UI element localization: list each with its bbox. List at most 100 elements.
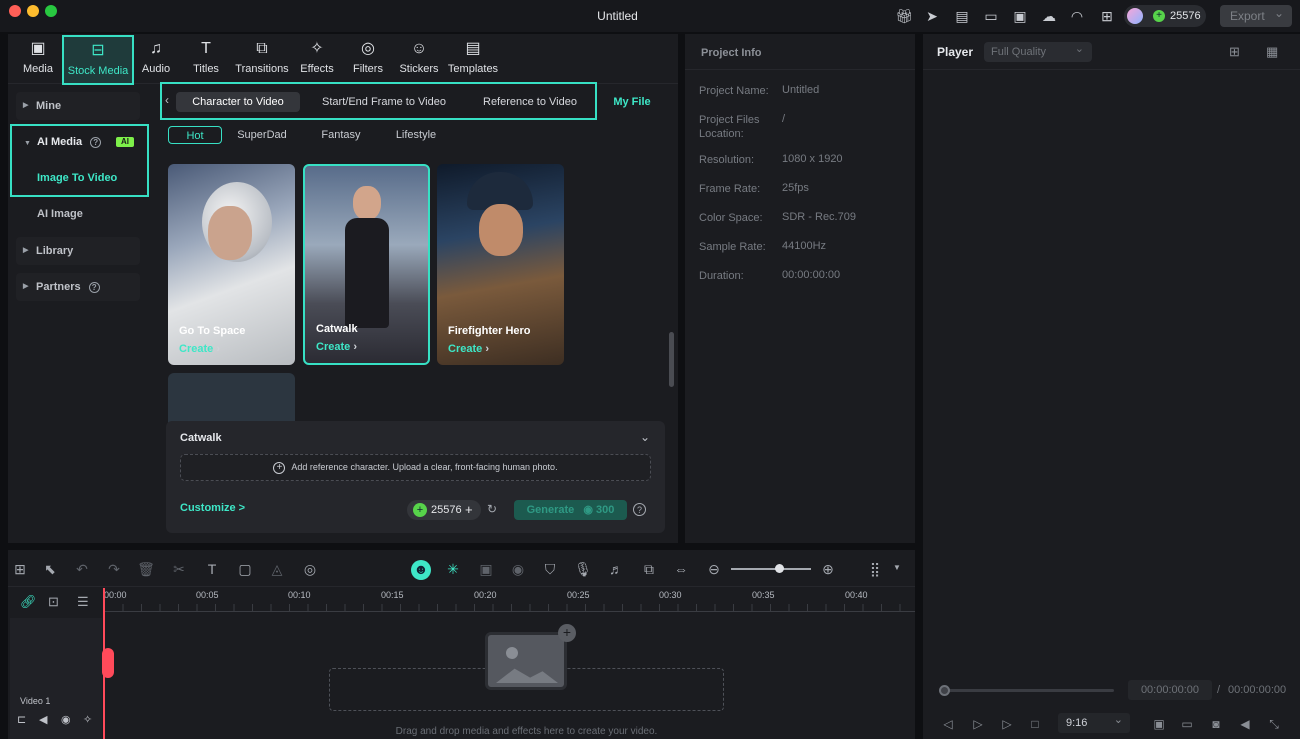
- tab-character-to-video[interactable]: Character to Video: [176, 92, 300, 112]
- sidebar-item-ai-media[interactable]: ▼ AI Media?: [24, 136, 124, 148]
- gift-icon[interactable]: 🎁︎: [895, 7, 913, 25]
- cloud-icon[interactable]: ☁: [1040, 7, 1058, 25]
- player-progress-track[interactable]: [944, 689, 1114, 692]
- caret-down-icon[interactable]: ▼: [893, 563, 901, 572]
- tab-audio[interactable]: ♫ Audio: [136, 38, 176, 84]
- mark-in-icon[interactable]: ▣: [1151, 716, 1167, 732]
- tab-start-end-frame-to-video[interactable]: Start/End Frame to Video: [314, 92, 454, 112]
- split-scissors-icon[interactable]: ✂: [170, 560, 188, 578]
- scrollbar[interactable]: [669, 332, 674, 387]
- add-credits-icon[interactable]: +: [465, 500, 473, 520]
- volume-icon[interactable]: ◀: [1237, 716, 1253, 732]
- monitor-icon[interactable]: ▭: [982, 7, 1000, 25]
- help-icon[interactable]: ?: [633, 503, 646, 516]
- play-icon[interactable]: ▷: [999, 716, 1015, 732]
- generate-button[interactable]: Generate ◉ 300: [514, 500, 627, 520]
- card-create-link[interactable]: Create ›: [448, 343, 489, 355]
- zoom-slider-knob[interactable]: [775, 564, 784, 573]
- export-button[interactable]: Export ⌄: [1220, 5, 1292, 27]
- picture-in-picture-icon[interactable]: ⧉: [640, 560, 658, 578]
- category-hot[interactable]: Hot: [168, 126, 222, 144]
- quality-dropdown[interactable]: Full Quality ⌄: [984, 42, 1092, 62]
- view-options-icon[interactable]: ⣿: [866, 560, 884, 578]
- chevron-down-icon[interactable]: ⌄: [640, 430, 650, 444]
- tab-filters[interactable]: ◎ Filters: [348, 38, 388, 84]
- template-card-go-to-space[interactable]: Go To Space Create ›: [168, 164, 295, 365]
- ai-companion-icon[interactable]: ☻: [411, 560, 431, 580]
- credit-balance-pill[interactable]: + 25576 +: [407, 500, 481, 520]
- tab-reference-to-video[interactable]: Reference to Video: [474, 92, 586, 112]
- category-fantasy[interactable]: Fantasy: [312, 126, 370, 144]
- zoom-in-icon[interactable]: ⊕: [819, 560, 837, 578]
- refresh-icon[interactable]: ↻: [487, 502, 497, 516]
- folder-icon[interactable]: ⊏: [17, 713, 26, 726]
- template-card-firefighter-hero[interactable]: Firefighter Hero Create ›: [437, 164, 564, 365]
- previous-frame-icon[interactable]: ◁: [940, 716, 956, 732]
- chevron-left-icon[interactable]: ‹: [165, 93, 169, 107]
- display-icon[interactable]: ▭: [1179, 716, 1195, 732]
- layout-switch-icon[interactable]: ⊞: [11, 560, 29, 578]
- render-icon[interactable]: ◉: [509, 560, 527, 578]
- current-time[interactable]: 00:00:00:00: [1128, 680, 1212, 700]
- link-icon[interactable]: 🔗︎: [20, 594, 37, 610]
- next-frame-icon[interactable]: ▷: [970, 716, 986, 732]
- snap-icon[interactable]: ✳: [444, 560, 462, 578]
- redo-icon[interactable]: ↷: [105, 560, 123, 578]
- send-icon[interactable]: ➤: [923, 7, 941, 25]
- layout-icon[interactable]: ▤: [953, 7, 971, 25]
- zoom-out-icon[interactable]: ⊖: [705, 560, 723, 578]
- card-create-link[interactable]: Create ›: [316, 341, 357, 353]
- category-superdad[interactable]: SuperDad: [232, 126, 292, 144]
- tab-media[interactable]: ▣ Media: [14, 38, 62, 84]
- snapshot-camera-icon[interactable]: ◙: [1208, 716, 1224, 732]
- delete-icon[interactable]: 🗑︎: [137, 560, 155, 578]
- credits-pill[interactable]: + 25576: [1124, 5, 1206, 27]
- shield-icon[interactable]: ⛉: [541, 560, 559, 578]
- undo-icon[interactable]: ↶: [73, 560, 91, 578]
- card-create-link[interactable]: Create ›: [179, 343, 220, 355]
- fullscreen-icon[interactable]: ⤡: [1266, 716, 1282, 732]
- effects-icon[interactable]: ✧: [83, 713, 92, 726]
- save-icon[interactable]: ▣: [1011, 7, 1029, 25]
- customize-link[interactable]: Customize >: [180, 502, 245, 514]
- grid-view-icon[interactable]: ⊞: [1229, 44, 1240, 60]
- player-progress-knob[interactable]: [939, 685, 950, 696]
- tab-stock-media[interactable]: ⊟ Stock Media: [62, 35, 134, 85]
- track-volume-icon[interactable]: ◀: [39, 713, 47, 726]
- sidebar-item-partners[interactable]: ▶ Partners?: [16, 273, 140, 301]
- tab-transitions[interactable]: ⧉ Transitions: [232, 38, 292, 84]
- track-manager-icon[interactable]: ☰: [77, 594, 89, 610]
- apps-grid-icon[interactable]: ⊞: [1098, 7, 1116, 25]
- select-tool-icon[interactable]: ⬉: [41, 560, 59, 578]
- color-icon[interactable]: ◬: [268, 560, 286, 578]
- ai-tools-icon[interactable]: ◎: [301, 560, 319, 578]
- zoom-slider[interactable]: [731, 568, 811, 570]
- text-tool-icon[interactable]: T: [203, 560, 221, 578]
- crop-icon[interactable]: ▢: [236, 560, 254, 578]
- sidebar-item-mine[interactable]: ▶ Mine: [16, 92, 140, 120]
- sidebar-item-library[interactable]: ▶ Library: [16, 237, 140, 265]
- tab-effects[interactable]: ✧ Effects: [297, 38, 337, 84]
- playhead-handle[interactable]: [102, 648, 114, 678]
- scopes-icon[interactable]: ▦: [1266, 44, 1278, 60]
- eye-icon[interactable]: ◉: [61, 713, 71, 726]
- time-ruler[interactable]: [104, 604, 915, 612]
- upload-reference-area[interactable]: + Add reference character. Upload a clear…: [180, 454, 651, 481]
- audio-mix-icon[interactable]: ♬: [607, 560, 625, 578]
- sidebar-item-ai-image[interactable]: AI Image: [37, 208, 83, 220]
- add-track-icon[interactable]: ⊡: [48, 594, 59, 610]
- tab-titles[interactable]: T Titles: [186, 38, 226, 84]
- auto-reframe-icon[interactable]: ▣: [477, 560, 495, 578]
- aspect-ratio-dropdown[interactable]: 9:16 ⌄: [1058, 713, 1130, 733]
- sidebar-item-image-to-video[interactable]: Image To Video: [37, 172, 117, 184]
- microphone-icon[interactable]: 🎙︎: [574, 560, 592, 578]
- help-icon[interactable]: ?: [88, 282, 100, 293]
- template-card-catwalk[interactable]: Catwalk Create ›: [303, 164, 430, 365]
- fit-timeline-icon[interactable]: ⇔: [672, 560, 690, 578]
- tab-stickers[interactable]: ☺ Stickers: [396, 38, 442, 84]
- tab-templates[interactable]: ▤ Templates: [446, 38, 500, 84]
- category-lifestyle[interactable]: Lifestyle: [388, 126, 444, 144]
- headset-icon[interactable]: ◠: [1068, 7, 1086, 25]
- stop-icon[interactable]: □: [1027, 716, 1043, 732]
- help-icon[interactable]: ?: [90, 137, 102, 148]
